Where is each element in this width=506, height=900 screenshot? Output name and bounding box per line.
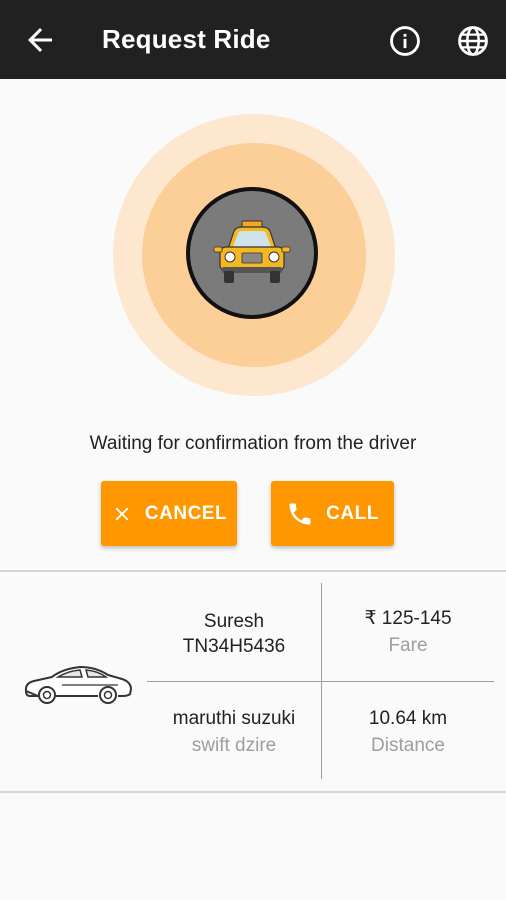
arrow-back-icon[interactable] — [22, 22, 58, 58]
distance-info: 10.64 km Distance — [322, 706, 494, 758]
grid-divider-horizontal — [147, 681, 494, 682]
driver-name: Suresh — [203, 611, 265, 632]
car-model: swift dzire — [191, 735, 277, 756]
globe-icon[interactable] — [456, 24, 490, 58]
divider — [0, 791, 506, 793]
info-icon[interactable] — [388, 24, 422, 58]
taxi-avatar — [186, 187, 318, 319]
car-info: maruthi suzuki swift dzire — [147, 706, 321, 758]
driver-info: Suresh TN34H5436 — [147, 609, 321, 659]
divider — [0, 570, 506, 572]
car-icon — [24, 666, 132, 704]
fare-value: ₹ 125-145 — [364, 608, 452, 629]
cancel-button-label: CANCEL — [144, 502, 228, 524]
call-button[interactable]: CALL — [271, 481, 394, 546]
car-make: maruthi suzuki — [172, 708, 296, 729]
waiting-message: Waiting for confirmation from the driver — [89, 433, 417, 454]
fare-label: Fare — [388, 635, 428, 656]
vehicle-number: TN34H5436 — [182, 636, 286, 657]
app-bar: Request Ride — [0, 0, 506, 79]
distance-label: Distance — [371, 735, 445, 756]
phone-icon — [289, 503, 311, 524]
distance-value: 10.64 km — [368, 708, 448, 729]
fare-info: ₹ 125-145 Fare — [322, 606, 494, 658]
call-button-label: CALL — [326, 502, 379, 524]
close-icon — [115, 507, 129, 520]
page-title: Request Ride — [102, 24, 271, 54]
cancel-button[interactable]: CANCEL — [101, 481, 237, 546]
taxi-icon — [213, 220, 291, 283]
